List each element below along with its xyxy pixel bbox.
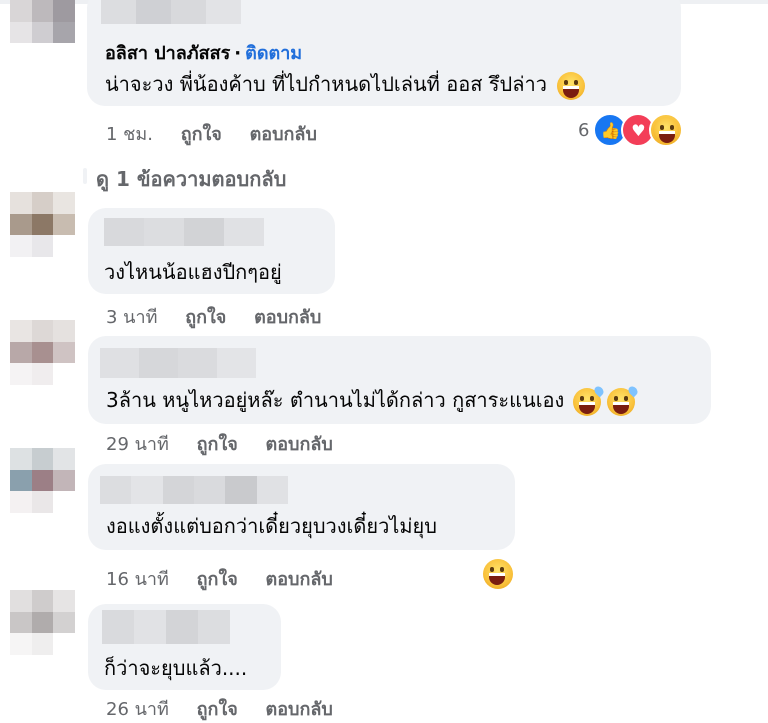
comment-actions: 29 นาที ถูกใจ ตอบกลับ bbox=[106, 429, 333, 458]
laughing-tears-emoji-icon bbox=[557, 71, 586, 100]
comment-text: 3ล้าน หนูไหวอยู่หล๊ะ ตำนานไม่ได้กล่าว กู… bbox=[106, 384, 640, 416]
author-line: อลิสา ปาลภัสสร · ติดตาม bbox=[105, 38, 302, 67]
thread-line bbox=[83, 168, 87, 184]
separator: · bbox=[234, 43, 242, 64]
reply-button[interactable]: ตอบกลับ bbox=[266, 429, 333, 458]
comment-bubble: งอแงตั้งแต่บอกว่าเดี๋ยวยุบวงเดี๋ยวไม่ยุบ bbox=[88, 464, 515, 550]
comment-bubble: ก็ว่าจะยุบแล้ว.... bbox=[88, 604, 281, 690]
comment-text: งอแงตั้งแต่บอกว่าเดี๋ยวยุบวงเดี๋ยวไม่ยุบ bbox=[106, 514, 437, 538]
blurred-name bbox=[104, 218, 264, 246]
comment-text-content: น่าจะวง พี่น้องค้าบ ที่ไปกำหนดไปเล่นที่ … bbox=[105, 72, 547, 96]
blurred-name bbox=[101, 0, 241, 24]
reply-button[interactable]: ตอบกลับ bbox=[254, 302, 321, 331]
comment-actions: 3 นาที ถูกใจ ตอบกลับ bbox=[106, 302, 321, 331]
author-name[interactable]: อลิสา ปาลภัสสร bbox=[105, 43, 230, 64]
timestamp[interactable]: 29 นาที bbox=[106, 429, 169, 458]
follow-button[interactable]: ติดตาม bbox=[245, 43, 302, 64]
reply-button[interactable]: ตอบกลับ bbox=[250, 119, 317, 148]
like-button[interactable]: ถูกใจ bbox=[197, 429, 238, 458]
avatar[interactable] bbox=[10, 320, 75, 385]
comment-bubble: วงไหนน้อแฮงปีกๆอยู่ bbox=[88, 208, 335, 294]
comment-bubble: 3ล้าน หนูไหวอยู่หล๊ะ ตำนานไม่ได้กล่าว กู… bbox=[88, 336, 711, 424]
comment-actions: 16 นาที ถูกใจ ตอบกลับ bbox=[106, 564, 333, 593]
timestamp[interactable]: 1 ชม. bbox=[106, 119, 153, 148]
reaction-summary[interactable]: 6 👍 ♥ bbox=[578, 113, 684, 147]
comment-actions: 26 นาที ถูกใจ ตอบกลับ bbox=[106, 694, 333, 723]
like-button[interactable]: ถูกใจ bbox=[197, 694, 238, 723]
avatar[interactable] bbox=[10, 590, 75, 655]
timestamp[interactable]: 16 นาที bbox=[106, 564, 169, 593]
grin-sweat-emoji-icon bbox=[572, 384, 606, 416]
avatar[interactable] bbox=[10, 0, 75, 65]
timestamp[interactable]: 26 นาที bbox=[106, 694, 169, 723]
blurred-name bbox=[102, 610, 230, 644]
avatar[interactable] bbox=[10, 448, 75, 513]
reaction-count: 6 bbox=[578, 119, 590, 141]
comment-text: น่าจะวง พี่น้องค้าบ ที่ไปกำหนดไปเล่นที่ … bbox=[105, 68, 586, 100]
timestamp[interactable]: 3 นาที bbox=[106, 302, 157, 331]
avatar[interactable] bbox=[10, 192, 75, 257]
like-button[interactable]: ถูกใจ bbox=[185, 302, 226, 331]
comment-bubble: อลิสา ปาลภัสสร · ติดตาม น่าจะวง พี่น้องค้า… bbox=[87, 0, 681, 106]
grin-sweat-emoji-icon bbox=[607, 384, 640, 416]
view-replies-link[interactable]: ดู 1 ข้อความตอบกลับ bbox=[96, 163, 286, 195]
reply-button[interactable]: ตอบกลับ bbox=[266, 694, 333, 723]
comment-text-content: 3ล้าน หนูไหวอยู่หล๊ะ ตำนานไม่ได้กล่าว กู… bbox=[106, 388, 565, 412]
reply-button[interactable]: ตอบกลับ bbox=[266, 564, 333, 593]
comment-text: ก็ว่าจะยุบแล้ว.... bbox=[104, 656, 248, 680]
comment-text: วงไหนน้อแฮงปีกๆอยู่ bbox=[104, 260, 282, 284]
like-button[interactable]: ถูกใจ bbox=[181, 119, 222, 148]
comment-actions: 1 ชม. ถูกใจ ตอบกลับ bbox=[106, 119, 317, 148]
like-button[interactable]: ถูกใจ bbox=[197, 564, 238, 593]
haha-icon[interactable] bbox=[483, 559, 513, 589]
haha-icon bbox=[649, 113, 684, 147]
blurred-name bbox=[100, 476, 288, 504]
blurred-name bbox=[100, 348, 256, 378]
